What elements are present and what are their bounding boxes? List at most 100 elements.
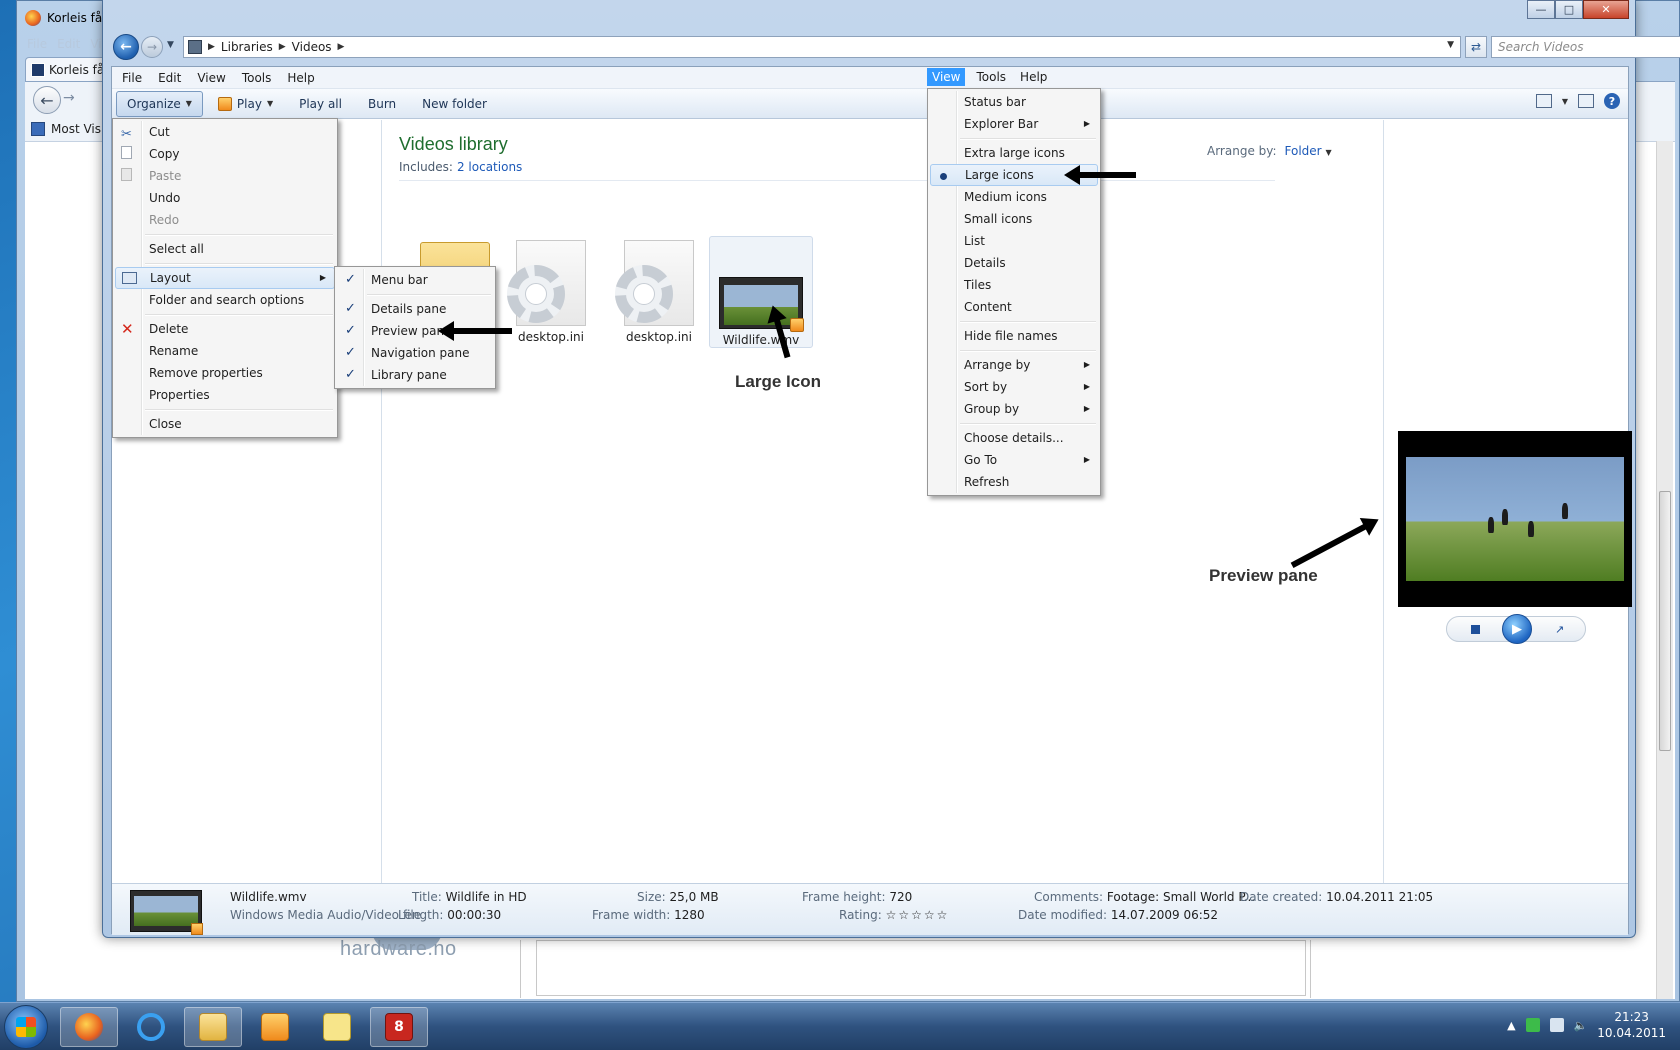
play-button-large[interactable]: ▶ <box>1502 614 1532 644</box>
page-divider <box>520 940 521 998</box>
taskbar-firefox[interactable] <box>60 1007 118 1047</box>
new-folder-button[interactable]: New folder <box>411 91 498 117</box>
view-medium-icons[interactable]: Medium icons <box>930 186 1098 208</box>
delete-icon: ✕ <box>121 320 134 338</box>
view-group-by[interactable]: Group by ▶ <box>930 398 1098 420</box>
menu-item-copy[interactable]: Copy <box>115 143 335 165</box>
video-preview[interactable] <box>1398 431 1632 607</box>
menu-item-undo[interactable]: Undo <box>115 187 335 209</box>
back-button[interactable]: ← <box>113 34 139 60</box>
firefox-back-button[interactable]: ← <box>33 86 61 114</box>
menu-item-delete[interactable]: ✕ Delete <box>115 318 335 340</box>
menu-file[interactable]: File <box>122 71 142 85</box>
details-size: Size: 25,0 MB <box>637 890 719 904</box>
menu-tools[interactable]: Tools <box>242 71 272 85</box>
layout-navigation-pane[interactable]: ✓ Navigation pane <box>337 342 493 364</box>
view-explorer-bar[interactable]: Explorer Bar ▶ <box>930 113 1098 135</box>
taskbar-paint-shop-pro[interactable]: 8 <box>370 1007 428 1047</box>
file-item-desktop-ini[interactable]: desktop.ini <box>499 236 603 348</box>
firefox-scrollbar-thumb[interactable] <box>1659 491 1671 751</box>
includes-locations-link[interactable]: 2 locations <box>457 160 522 174</box>
chevron-right-icon[interactable]: ▶ <box>208 42 215 52</box>
view-status-bar[interactable]: Status bar <box>930 91 1098 113</box>
rating-stars[interactable]: ☆☆☆☆☆ <box>886 908 950 922</box>
menu-item-close[interactable]: Close <box>115 413 335 435</box>
view-sort-by[interactable]: Sort by ▶ <box>930 376 1098 398</box>
menu-item-layout[interactable]: Layout ▶ <box>115 267 335 289</box>
view-go-to[interactable]: Go To ▶ <box>930 449 1098 471</box>
tools-menu-header[interactable]: Tools <box>973 68 1009 86</box>
clock[interactable]: 21:23 10.04.2011 <box>1597 1009 1666 1041</box>
view-tiles[interactable]: Tiles <box>930 274 1098 296</box>
view-details[interactable]: Details <box>930 252 1098 274</box>
menu-item-rename[interactable]: Rename <box>115 340 335 362</box>
copy-icon <box>121 146 132 159</box>
firefox-tab[interactable]: Korleis få <box>25 57 113 81</box>
show-hidden-icons-icon[interactable]: ▲ <box>1507 1019 1515 1032</box>
play-button[interactable]: Play ▼ <box>207 91 284 117</box>
open-external-icon[interactable]: ↗ <box>1555 623 1564 636</box>
preview-pane-toggle-icon[interactable] <box>1578 94 1594 108</box>
maximize-button[interactable]: □ <box>1555 0 1583 19</box>
view-arrange-by[interactable]: Arrange by ▶ <box>930 354 1098 376</box>
taskbar-internet-explorer[interactable] <box>122 1007 180 1047</box>
burn-button[interactable]: Burn <box>357 91 407 117</box>
breadcrumb-videos[interactable]: Videos <box>292 40 332 54</box>
view-choose-details[interactable]: Choose details... <box>930 427 1098 449</box>
start-button[interactable] <box>4 1005 48 1049</box>
search-input[interactable]: Search Videos ⚲ <box>1491 36 1680 58</box>
recent-pages-dropdown[interactable]: ▼ <box>167 40 174 50</box>
chevron-right-icon[interactable]: ▶ <box>279 42 286 52</box>
menu-edit[interactable]: Edit <box>158 71 181 85</box>
help-icon[interactable]: ? <box>1604 93 1620 109</box>
help-menu-header[interactable]: Help <box>1017 68 1050 86</box>
view-extra-large-icons[interactable]: Extra large icons <box>930 142 1098 164</box>
play-all-button[interactable]: Play all <box>288 91 353 117</box>
layout-menu-bar[interactable]: ✓ Menu bar <box>337 269 493 291</box>
firefox-forward-button[interactable]: → <box>63 90 75 106</box>
close-button[interactable]: ✕ <box>1583 0 1629 19</box>
menu-help[interactable]: Help <box>287 71 314 85</box>
taskbar-media-player[interactable] <box>246 1007 304 1047</box>
view-small-icons[interactable]: Small icons <box>930 208 1098 230</box>
layout-library-pane[interactable]: ✓ Library pane <box>337 364 493 386</box>
forward-button[interactable]: → <box>141 36 163 58</box>
menu-view[interactable]: View <box>197 71 225 85</box>
refresh-button[interactable]: ⇄ <box>1465 36 1487 58</box>
security-icon[interactable] <box>1525 1018 1540 1032</box>
taskbar-explorer[interactable] <box>184 1007 242 1047</box>
organize-button[interactable]: Organize ▼ <box>116 90 203 117</box>
view-menu-header[interactable]: View <box>927 68 966 86</box>
details-frame-height: Frame height: 720 <box>802 890 913 904</box>
annotation-large-icon: Large Icon <box>735 372 821 391</box>
chevron-down-icon[interactable]: ▼ <box>1562 97 1568 106</box>
address-bar[interactable]: ▶ Libraries ▶ Videos ▶ ▼ <box>183 36 1461 58</box>
menu-item-select-all[interactable]: Select all <box>115 238 335 260</box>
breadcrumb-libraries[interactable]: Libraries <box>221 40 273 54</box>
view-hide-file-names[interactable]: Hide file names <box>930 325 1098 347</box>
arrange-by-dropdown[interactable]: Folder ▼ <box>1285 144 1332 158</box>
address-dropdown-icon[interactable]: ▼ <box>1447 40 1454 50</box>
firefox-scrollbar[interactable] <box>1656 141 1673 999</box>
taskbar-notes[interactable] <box>308 1007 366 1047</box>
menu-item-remove-properties[interactable]: Remove properties <box>115 362 335 384</box>
firefox-menu-view[interactable]: Vi <box>90 37 101 51</box>
stop-button[interactable] <box>1471 625 1480 634</box>
firefox-menu-file[interactable]: File <box>27 37 47 51</box>
file-item-wildlife[interactable]: Wildlife.wmv <box>709 236 813 348</box>
volume-icon[interactable]: 🔈 <box>1574 1019 1588 1032</box>
change-view-icon[interactable] <box>1535 94 1552 108</box>
network-icon[interactable] <box>1549 1018 1564 1032</box>
menu-item-cut[interactable]: ✂ Cut <box>115 121 335 143</box>
page-textarea[interactable] <box>536 940 1306 996</box>
chevron-right-icon[interactable]: ▶ <box>338 42 345 52</box>
menu-item-folder-options[interactable]: Folder and search options <box>115 289 335 311</box>
firefox-menu-edit[interactable]: Edit <box>57 37 80 51</box>
view-list[interactable]: List <box>930 230 1098 252</box>
minimize-button[interactable]: — <box>1527 0 1555 19</box>
view-refresh[interactable]: Refresh <box>930 471 1098 493</box>
view-content[interactable]: Content <box>930 296 1098 318</box>
menu-item-properties[interactable]: Properties <box>115 384 335 406</box>
layout-details-pane[interactable]: ✓ Details pane <box>337 298 493 320</box>
file-item-desktop-ini-2[interactable]: desktop.ini <box>607 236 711 348</box>
